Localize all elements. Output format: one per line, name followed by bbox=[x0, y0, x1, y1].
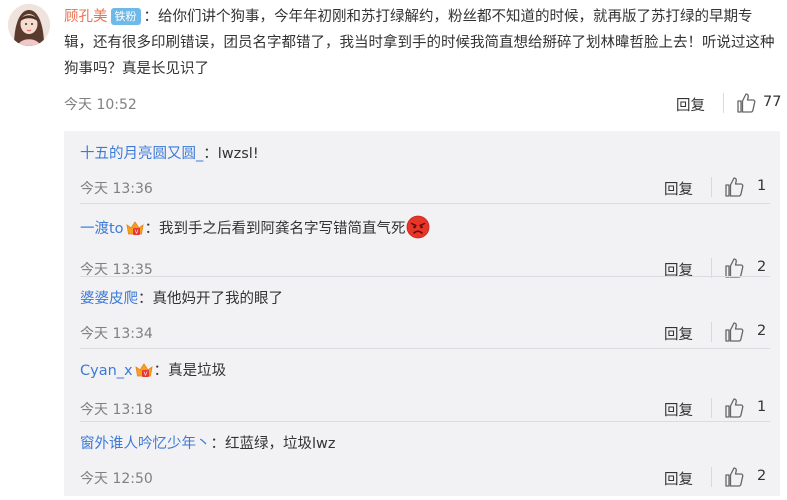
reply-item: Cyan_x V ：真是垃圾 今天 13:18 回复 1 bbox=[80, 360, 770, 423]
reply-time: 今天 13:36 bbox=[80, 181, 153, 197]
reply-text: Cyan_x V ：真是垃圾 bbox=[80, 360, 770, 386]
divider bbox=[711, 258, 712, 278]
vip-crown-icon: V bbox=[134, 361, 154, 386]
thumbs-up-icon[interactable] bbox=[724, 321, 744, 343]
reply-button[interactable]: 回复 bbox=[664, 178, 693, 199]
reply-time: 今天 13:34 bbox=[80, 326, 153, 342]
main-comment: 顾孔美 铁粉 ：给你们讲个狗事，今年年初刚和苏打绿解约，粉丝都不知道的时候，就再版了… bbox=[64, 4, 782, 120]
reply-username[interactable]: 一渡to bbox=[80, 221, 124, 237]
reply-item: 一渡to V ：我到手之后看到阿龚名字写错简直气死 今天 13:35 回复 2 bbox=[80, 215, 770, 283]
divider bbox=[723, 93, 724, 113]
reply-body: ：红蓝绿，垃圾lwz bbox=[210, 436, 336, 452]
fan-badge[interactable]: 铁粉 bbox=[110, 8, 141, 25]
main-comment-meta: 今天 10:52 回复 77 bbox=[64, 90, 782, 120]
like-count: 2 bbox=[757, 323, 767, 339]
avatar[interactable] bbox=[8, 4, 50, 46]
reply-meta: 今天 12:50 回复 2 bbox=[80, 464, 770, 492]
like-count: 2 bbox=[757, 259, 767, 275]
reply-username[interactable]: 窗外谁人吟忆少年丶 bbox=[80, 436, 211, 452]
like-count: 2 bbox=[757, 468, 767, 484]
thumbs-up-icon[interactable] bbox=[724, 466, 744, 488]
reply-text: 窗外谁人吟忆少年丶：红蓝绿，垃圾lwz bbox=[80, 433, 770, 455]
reply-meta: 今天 13:34 回复 2 bbox=[80, 319, 770, 347]
svg-text:V: V bbox=[134, 230, 138, 236]
reply-meta: 今天 13:36 回复 1 bbox=[80, 174, 770, 202]
thumbs-up-icon[interactable] bbox=[736, 92, 756, 114]
divider bbox=[711, 322, 712, 342]
reply-meta: 今天 13:18 回复 1 bbox=[80, 395, 770, 423]
reply-body: ：我到手之后看到阿龚名字写错简直气死 bbox=[144, 221, 406, 237]
like-count: 77 bbox=[763, 94, 782, 110]
main-comment-text: 顾孔美 铁粉 ：给你们讲个狗事，今年年初刚和苏打绿解约，粉丝都不知道的时候，就再版了… bbox=[64, 4, 780, 82]
reply-body: ：真是垃圾 bbox=[153, 363, 227, 379]
reply-button[interactable]: 回复 bbox=[664, 468, 693, 489]
reply-username[interactable]: 十五的月亮圆又圆_ bbox=[80, 146, 203, 162]
reply-button[interactable]: 回复 bbox=[664, 323, 693, 344]
reply-text: 十五的月亮圆又圆_：lwzsl! bbox=[80, 143, 770, 165]
reply-time: 今天 12:50 bbox=[80, 471, 153, 487]
divider bbox=[711, 398, 712, 418]
svg-text:V: V bbox=[143, 372, 147, 378]
divider bbox=[80, 421, 770, 422]
reply-username[interactable]: Cyan_x bbox=[80, 363, 133, 379]
reply-item: 窗外谁人吟忆少年丶：红蓝绿，垃圾lwz 今天 12:50 回复 2 bbox=[80, 433, 770, 492]
thumbs-up-icon[interactable] bbox=[724, 397, 744, 419]
divider bbox=[80, 348, 770, 349]
replies-panel: 十五的月亮圆又圆_：lwzsl! 今天 13:36 回复 1 一渡to V ：我… bbox=[64, 131, 780, 496]
divider bbox=[80, 203, 770, 204]
reply-body: ：lwzsl! bbox=[203, 146, 259, 162]
reply-button[interactable]: 回复 bbox=[676, 94, 705, 115]
like-count: 1 bbox=[757, 399, 767, 415]
reply-username[interactable]: 婆婆皮爬 bbox=[80, 291, 138, 307]
vip-crown-icon: V bbox=[125, 219, 145, 244]
angry-face-icon bbox=[406, 215, 430, 246]
reply-time: 今天 13:18 bbox=[80, 402, 153, 418]
reply-item: 婆婆皮爬：真他妈开了我的眼了 今天 13:34 回复 2 bbox=[80, 288, 770, 347]
reply-item: 十五的月亮圆又圆_：lwzsl! 今天 13:36 回复 1 bbox=[80, 143, 770, 202]
main-comment-username[interactable]: 顾孔美 bbox=[64, 9, 108, 25]
divider bbox=[711, 467, 712, 487]
reply-text: 婆婆皮爬：真他妈开了我的眼了 bbox=[80, 288, 770, 310]
reply-body: ：真他妈开了我的眼了 bbox=[138, 291, 283, 307]
comment-time: 今天 10:52 bbox=[64, 97, 137, 113]
divider bbox=[80, 276, 770, 277]
divider bbox=[711, 177, 712, 197]
reply-text: 一渡to V ：我到手之后看到阿龚名字写错简直气死 bbox=[80, 215, 770, 246]
main-comment-body: ：给你们讲个狗事，今年年初刚和苏打绿解约，粉丝都不知道的时候，就再版了苏打绿的早… bbox=[64, 9, 775, 77]
reply-meta: 今天 13:35 回复 2 bbox=[80, 255, 770, 283]
like-count: 1 bbox=[757, 178, 767, 194]
thumbs-up-icon[interactable] bbox=[724, 176, 744, 198]
reply-button[interactable]: 回复 bbox=[664, 399, 693, 420]
